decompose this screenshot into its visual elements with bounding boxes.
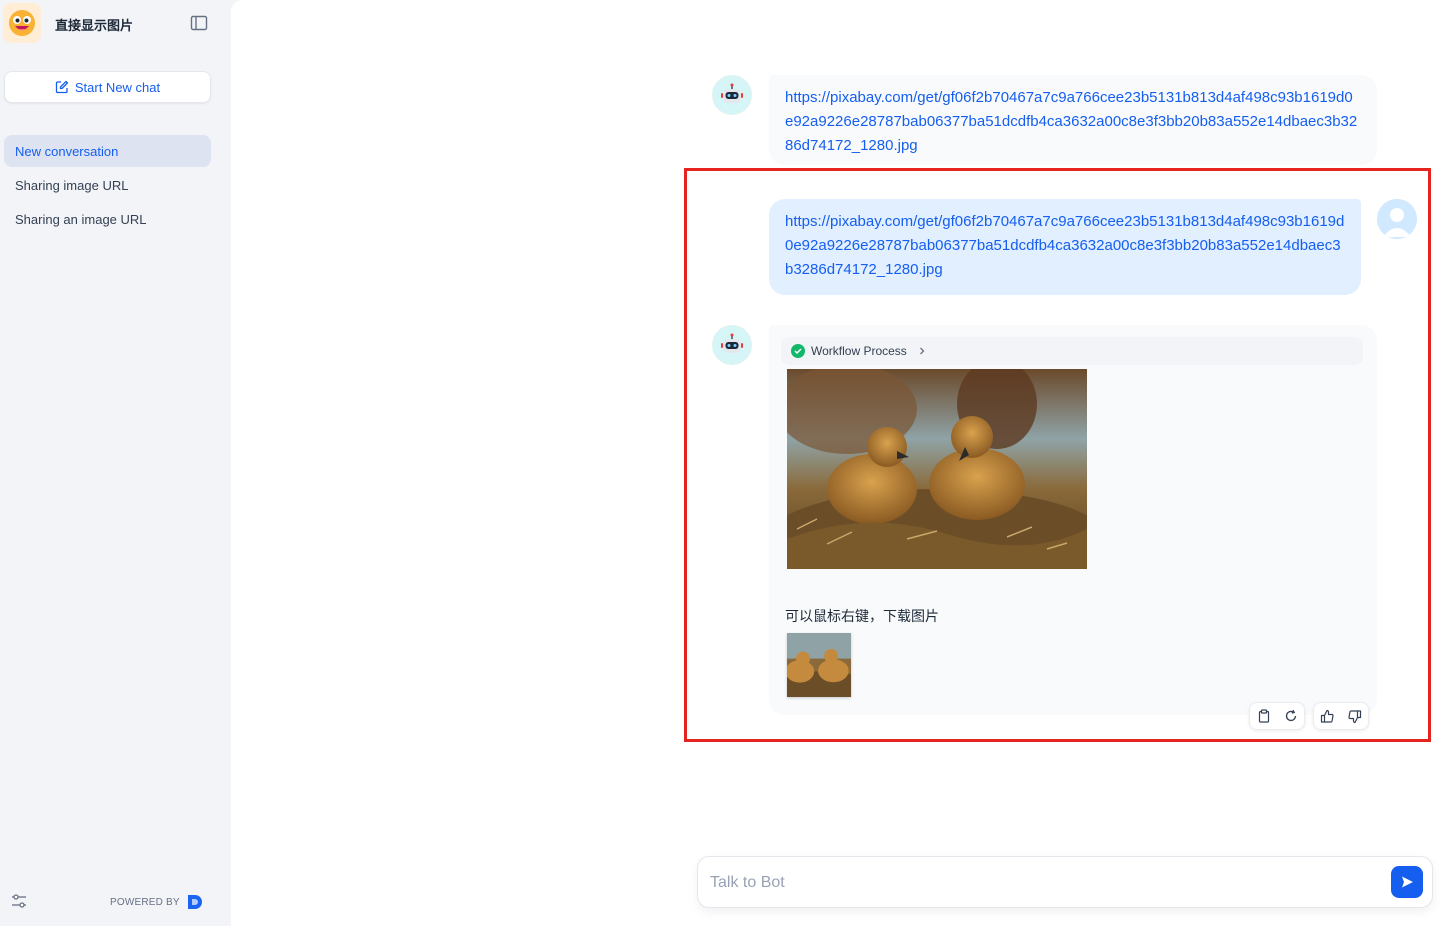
settings-button[interactable]: [11, 893, 27, 909]
dislike-button[interactable]: [1341, 703, 1368, 729]
bot-avatar: [712, 75, 752, 115]
thumbs-up-icon: [1320, 709, 1334, 723]
start-new-chat-label: Start New chat: [74, 79, 161, 95]
powered-by: POWERED BY: [110, 893, 206, 911]
message-caption: 可以鼠标右键，下载图片: [785, 608, 939, 624]
start-new-chat-button[interactable]: Start New chat: [4, 71, 211, 103]
conversation-label: Sharing image URL: [15, 177, 129, 193]
clipboard-icon: [1258, 709, 1269, 723]
like-button[interactable]: [1314, 703, 1341, 729]
conversation-item-sharing-an-image-url[interactable]: Sharing an image URL: [4, 203, 211, 235]
emoji-face-icon: [9, 10, 35, 36]
refresh-icon: [1285, 709, 1296, 722]
send-button[interactable]: [1391, 866, 1423, 898]
robot-icon: [721, 83, 743, 103]
dify-logo-icon: [187, 895, 202, 909]
ducklings-thumbnail[interactable]: [787, 633, 851, 697]
chat-input[interactable]: [710, 871, 1380, 895]
user-message-bubble: https://pixabay.com/get/gf06f2b70467a7c9…: [769, 199, 1361, 295]
app-header: 直接显示图片: [0, 0, 231, 46]
thumbs-down-icon: [1348, 709, 1362, 723]
chevron-right-icon: [919, 347, 925, 355]
robot-icon: [721, 333, 743, 353]
message-link[interactable]: https://pixabay.com/get/gf06f2b70467a7c9…: [785, 86, 1361, 158]
bot-message-bubble: https://pixabay.com/get/gf06f2b70467a7c9…: [769, 75, 1377, 165]
conversation-item-sharing-image-url[interactable]: Sharing image URL: [4, 169, 211, 201]
bot-message-bubble: Workflow Process 可以鼠标右键，下载图片: [769, 325, 1377, 715]
sidebar: 直接显示图片 Start New chat New conversation S…: [0, 0, 231, 926]
bot-avatar: [712, 325, 752, 365]
ducklings-image[interactable]: [787, 369, 1087, 569]
collapse-sidebar-button[interactable]: [190, 15, 208, 31]
chat-input-container: [697, 856, 1433, 908]
user-avatar: [1377, 199, 1417, 239]
sliders-icon: [12, 894, 26, 908]
sidebar-footer: POWERED BY: [0, 885, 231, 915]
sidebar-toggle-icon: [190, 15, 208, 31]
edit-icon: [55, 80, 69, 94]
send-icon: [1402, 876, 1413, 888]
powered-by-label: POWERED BY: [110, 896, 180, 908]
message-actions: [1249, 702, 1305, 730]
feedback-actions: [1313, 702, 1369, 730]
regenerate-button[interactable]: [1277, 703, 1304, 729]
user-icon: [1377, 199, 1417, 239]
workflow-process-toggle[interactable]: Workflow Process: [781, 337, 1363, 365]
app-title: 直接显示图片: [55, 19, 134, 34]
app-logo: [3, 3, 41, 43]
check-circle-icon: [791, 344, 805, 358]
conversation-label: New conversation: [15, 143, 119, 159]
conversation-label: Sharing an image URL: [15, 211, 147, 227]
copy-button[interactable]: [1250, 703, 1277, 729]
workflow-process-label: Workflow Process: [811, 344, 907, 358]
message-link[interactable]: https://pixabay.com/get/gf06f2b70467a7c9…: [785, 210, 1345, 282]
conversation-list: New conversation Sharing image URL Shari…: [4, 135, 211, 237]
conversation-item-new[interactable]: New conversation: [4, 135, 211, 167]
